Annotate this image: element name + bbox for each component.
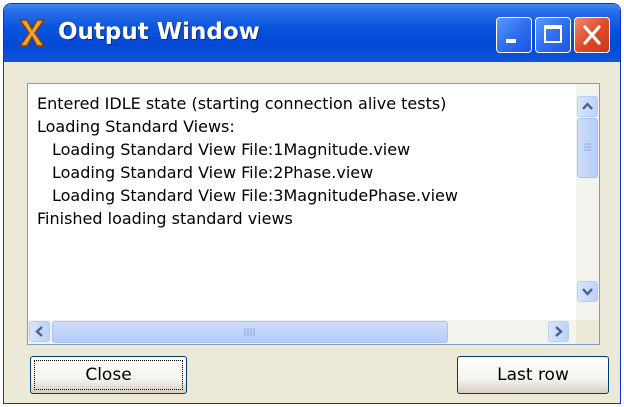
maximize-button[interactable] bbox=[535, 17, 571, 53]
log-line: Finished loading standard views bbox=[37, 209, 293, 228]
output-log: Entered IDLE state (starting connection … bbox=[28, 84, 576, 320]
vertical-scrollbar[interactable] bbox=[576, 84, 599, 320]
scrollbar-corner bbox=[576, 320, 599, 344]
title-bar[interactable]: Output Window bbox=[4, 4, 620, 62]
app-x-icon bbox=[18, 19, 46, 47]
scroll-right-button[interactable] bbox=[548, 321, 569, 342]
log-line: Loading Standard Views: bbox=[37, 117, 235, 136]
close-icon bbox=[583, 25, 601, 45]
maximize-icon bbox=[544, 25, 562, 43]
chevron-up-icon bbox=[582, 102, 593, 110]
scroll-left-button[interactable] bbox=[29, 321, 50, 342]
last-row-button-label: Last row bbox=[497, 365, 569, 385]
log-line: Loading Standard View File:3MagnitudePha… bbox=[52, 186, 458, 205]
scroll-down-button[interactable] bbox=[577, 281, 598, 302]
scroll-up-button[interactable] bbox=[577, 96, 598, 117]
output-window: Output Window Entered IDLE state (starti… bbox=[3, 3, 621, 404]
grip-icon bbox=[584, 143, 591, 151]
last-row-button[interactable]: Last row bbox=[457, 356, 609, 394]
chevron-left-icon bbox=[35, 326, 43, 337]
output-text-area[interactable]: Entered IDLE state (starting connection … bbox=[27, 83, 600, 345]
grip-icon bbox=[244, 328, 255, 336]
chevron-right-icon bbox=[555, 326, 563, 337]
window-title: Output Window bbox=[58, 19, 260, 45]
minimize-button[interactable] bbox=[496, 17, 532, 53]
close-window-button[interactable] bbox=[574, 17, 610, 53]
close-button-label: Close bbox=[85, 365, 132, 385]
minimize-icon bbox=[506, 39, 516, 43]
log-line: Loading Standard View File:1Magnitude.vi… bbox=[52, 140, 411, 159]
close-button[interactable]: Close bbox=[30, 356, 187, 394]
log-line: Entered IDLE state (starting connection … bbox=[37, 94, 447, 113]
log-line: Loading Standard View File:2Phase.view bbox=[52, 163, 374, 182]
vertical-scroll-thumb[interactable] bbox=[577, 118, 598, 178]
horizontal-scrollbar[interactable] bbox=[28, 320, 576, 344]
chevron-down-icon bbox=[582, 288, 593, 296]
horizontal-scroll-thumb[interactable] bbox=[52, 321, 448, 343]
